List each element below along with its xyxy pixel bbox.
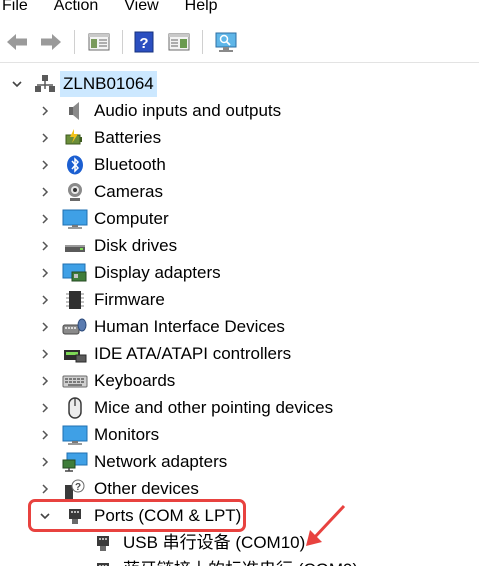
tree-item-label: Network adapters bbox=[94, 452, 228, 471]
ide-icon bbox=[62, 344, 88, 364]
port-icon bbox=[92, 533, 114, 553]
monitor-icon bbox=[62, 425, 88, 445]
toolbar-separator bbox=[202, 30, 203, 54]
tree-item-label: Audio inputs and outputs bbox=[94, 101, 282, 120]
display-adapter-icon bbox=[62, 263, 88, 283]
annotation-arrow-icon bbox=[306, 504, 346, 546]
tree-item-cameras[interactable]: Cameras bbox=[0, 179, 479, 205]
tree-item-label: IDE ATA/ATAPI controllers bbox=[94, 344, 292, 363]
tree-item-label: Human Interface Devices bbox=[94, 317, 285, 336]
toolbar-separator bbox=[74, 30, 75, 54]
back-icon[interactable] bbox=[4, 30, 30, 54]
chevron-right-icon[interactable] bbox=[38, 395, 52, 421]
tree-item-label: Firmware bbox=[94, 290, 165, 309]
tree-item-ide[interactable]: IDE ATA/ATAPI controllers bbox=[0, 341, 479, 367]
tree-item-label: Cameras bbox=[94, 182, 163, 201]
chevron-right-icon[interactable] bbox=[38, 449, 52, 475]
forward-icon[interactable] bbox=[38, 30, 64, 54]
chevron-right-icon[interactable] bbox=[38, 314, 52, 340]
chevron-right-icon[interactable] bbox=[38, 341, 52, 367]
properties-icon[interactable] bbox=[86, 30, 112, 54]
tree-item-mice[interactable]: Mice and other pointing devices bbox=[0, 395, 479, 421]
tree-item-display-adapters[interactable]: Display adapters bbox=[0, 260, 479, 286]
tree-item-label: Batteries bbox=[94, 128, 162, 147]
svg-text:?: ? bbox=[139, 35, 148, 52]
tree-item-label: Display adapters bbox=[94, 263, 221, 282]
tree-item-keyboards[interactable]: Keyboards bbox=[0, 368, 479, 394]
toolbar: ? bbox=[0, 22, 479, 63]
tree-item-computer[interactable]: Computer bbox=[0, 206, 479, 232]
help-icon[interactable]: ? bbox=[132, 30, 156, 54]
tree-item-network-adapters[interactable]: Network adapters bbox=[0, 449, 479, 475]
tree-item-label: Monitors bbox=[94, 425, 160, 444]
speaker-icon bbox=[64, 101, 86, 121]
tree-item-audio[interactable]: Audio inputs and outputs bbox=[0, 98, 479, 124]
chevron-right-icon[interactable] bbox=[38, 206, 52, 232]
bluetooth-icon bbox=[64, 155, 86, 175]
chevron-right-icon[interactable] bbox=[38, 152, 52, 178]
tree-item-label: Disk drives bbox=[94, 236, 178, 255]
menu-help[interactable]: Help bbox=[185, 0, 218, 14]
network-icon bbox=[62, 452, 88, 472]
root-label: ZLNB01064 bbox=[60, 71, 157, 97]
show-hidden-icon[interactable] bbox=[166, 30, 192, 54]
disk-icon bbox=[64, 236, 86, 256]
menu-view[interactable]: View bbox=[124, 0, 158, 14]
tree-root[interactable]: ZLNB01064 bbox=[0, 71, 479, 97]
tree-item-monitors[interactable]: Monitors bbox=[0, 422, 479, 448]
chevron-right-icon[interactable] bbox=[38, 179, 52, 205]
computer-icon bbox=[62, 209, 88, 229]
toolbar-separator bbox=[122, 30, 123, 54]
menu-bar: File Action View Help bbox=[0, 0, 479, 22]
tree-item-disk-drives[interactable]: Disk drives bbox=[0, 233, 479, 259]
camera-icon bbox=[64, 182, 86, 202]
tree-item-label: Bluetooth bbox=[94, 155, 166, 174]
tree-item-bluetooth[interactable]: Bluetooth bbox=[0, 152, 479, 178]
chevron-right-icon[interactable] bbox=[38, 98, 52, 124]
computer-network-icon bbox=[34, 74, 56, 94]
chevron-right-icon[interactable] bbox=[38, 368, 52, 394]
device-tree: ZLNB01064 Audio inputs and outputs Batte… bbox=[0, 62, 479, 566]
chevron-right-icon[interactable] bbox=[38, 287, 52, 313]
tree-item-label: Computer bbox=[94, 209, 169, 228]
chevron-right-icon[interactable] bbox=[38, 422, 52, 448]
firmware-icon bbox=[64, 290, 86, 310]
chevron-right-icon[interactable] bbox=[38, 233, 52, 259]
tree-item-label: Keyboards bbox=[94, 371, 176, 390]
chevron-right-icon[interactable] bbox=[38, 125, 52, 151]
chevron-right-icon[interactable] bbox=[38, 260, 52, 286]
menu-action[interactable]: Action bbox=[54, 0, 98, 14]
port-icon bbox=[92, 560, 114, 566]
tree-item-bluetooth-serial[interactable]: 蓝牙链接上的标准串行 (COM9) bbox=[0, 557, 479, 566]
tree-item-label: USB 串行设备 (COM10) bbox=[123, 533, 306, 552]
tree-item-batteries[interactable]: Batteries bbox=[0, 125, 479, 151]
other-devices-icon: ? bbox=[62, 479, 88, 499]
tree-item-label: 蓝牙链接上的标准串行 (COM9) bbox=[123, 557, 358, 566]
scan-hardware-icon[interactable] bbox=[212, 30, 240, 54]
tree-item-usb-serial[interactable]: USB 串行设备 (COM10) bbox=[0, 530, 479, 556]
menu-file[interactable]: File bbox=[2, 0, 28, 14]
annotation-highlight-box bbox=[28, 499, 246, 532]
battery-icon bbox=[64, 128, 86, 148]
tree-item-hid[interactable]: Human Interface Devices bbox=[0, 314, 479, 340]
tree-item-label: Mice and other pointing devices bbox=[94, 398, 334, 417]
hid-icon bbox=[62, 317, 88, 337]
chevron-down-icon[interactable] bbox=[10, 71, 24, 97]
svg-text:?: ? bbox=[75, 482, 81, 493]
tree-item-firmware[interactable]: Firmware bbox=[0, 287, 479, 313]
mouse-icon bbox=[64, 397, 86, 419]
keyboard-icon bbox=[62, 371, 88, 391]
